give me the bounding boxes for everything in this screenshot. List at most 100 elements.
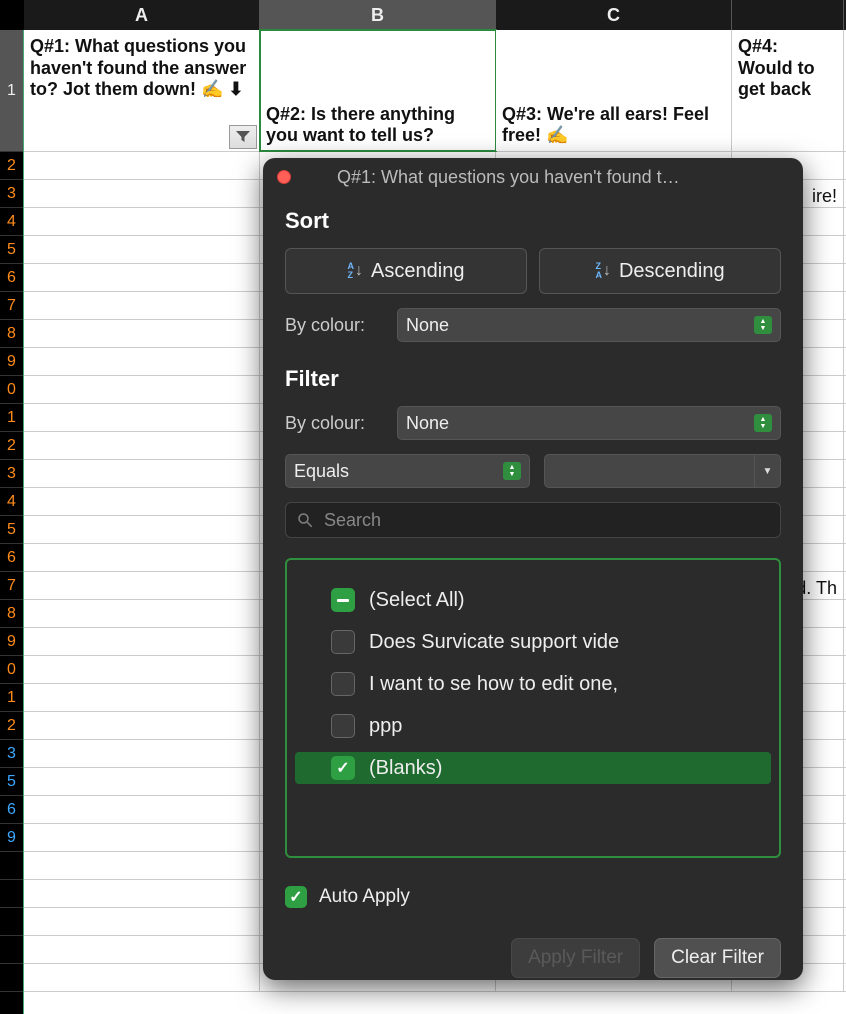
row-header[interactable]: 4 xyxy=(0,488,23,516)
row-header[interactable]: 3 xyxy=(0,460,23,488)
row-header-empty[interactable] xyxy=(0,964,23,992)
cell[interactable] xyxy=(24,656,260,683)
header-cell-c[interactable]: Q#3: We're all ears! Feel free! ✍️ xyxy=(496,30,732,151)
row-header[interactable]: 2 xyxy=(0,712,23,740)
cell[interactable] xyxy=(24,488,260,515)
filter-operand-combo[interactable]: ▼ xyxy=(544,454,781,488)
header-cell-row: Q#1: What questions you haven't found th… xyxy=(24,30,846,152)
search-icon xyxy=(296,511,314,529)
cell[interactable] xyxy=(24,964,260,991)
header-text: Q#3: We're all ears! Feel free! ✍️ xyxy=(502,104,725,147)
row-header[interactable]: 5 xyxy=(0,516,23,544)
stepper-icon: ▲▼ xyxy=(754,316,772,334)
row-header[interactable]: 3 xyxy=(0,740,23,768)
row-header[interactable]: 8 xyxy=(0,320,23,348)
row-header[interactable]: 6 xyxy=(0,544,23,572)
filter-item-select-all[interactable]: (Select All) xyxy=(295,584,771,616)
row-header[interactable]: 9 xyxy=(0,824,23,852)
row-header[interactable]: 5 xyxy=(0,236,23,264)
cell[interactable] xyxy=(24,460,260,487)
cell[interactable] xyxy=(24,936,260,963)
cell[interactable] xyxy=(24,432,260,459)
row-header[interactable]: 6 xyxy=(0,796,23,824)
row-header-empty[interactable] xyxy=(0,908,23,936)
cell[interactable] xyxy=(24,348,260,375)
filter-operator-value: Equals xyxy=(294,461,349,482)
column-header-c[interactable]: C xyxy=(496,0,732,30)
row-header[interactable]: 0 xyxy=(0,376,23,404)
row-header[interactable]: 5 xyxy=(0,768,23,796)
cell[interactable] xyxy=(24,404,260,431)
row-header[interactable]: 0 xyxy=(0,656,23,684)
header-cell-d[interactable]: Q#4: Would to get back xyxy=(732,30,844,151)
row-header-column: 1 2 3 4 5 6 7 8 9 0 1 2 3 4 5 6 7 8 9 0 … xyxy=(0,30,24,1014)
row-header[interactable]: 7 xyxy=(0,292,23,320)
header-cell-b[interactable]: Q#2: Is there anything you want to tell … xyxy=(260,30,496,151)
cell[interactable] xyxy=(24,292,260,319)
row-header-empty[interactable] xyxy=(0,936,23,964)
cell[interactable] xyxy=(24,852,260,879)
row-header-empty[interactable] xyxy=(0,852,23,880)
row-header[interactable]: 1 xyxy=(0,684,23,712)
sort-descending-button[interactable]: ZA↓ Descending xyxy=(539,248,781,294)
cell[interactable] xyxy=(24,908,260,935)
cell[interactable] xyxy=(24,516,260,543)
cell[interactable] xyxy=(24,236,260,263)
row-header[interactable]: 9 xyxy=(0,628,23,656)
cell[interactable] xyxy=(24,152,260,179)
cell[interactable] xyxy=(24,208,260,235)
cell[interactable] xyxy=(24,628,260,655)
auto-apply-label: Auto Apply xyxy=(319,886,410,908)
filter-by-colour-select[interactable]: None ▲▼ xyxy=(397,406,781,440)
cell[interactable] xyxy=(24,712,260,739)
cell[interactable] xyxy=(24,264,260,291)
row-header[interactable]: 9 xyxy=(0,348,23,376)
cell[interactable] xyxy=(24,572,260,599)
clear-filter-button[interactable]: Clear Filter xyxy=(654,938,781,978)
filter-item[interactable]: I want to se how to edit one, xyxy=(295,668,771,700)
header-cell-a[interactable]: Q#1: What questions you haven't found th… xyxy=(24,30,260,151)
row-header-empty[interactable] xyxy=(0,880,23,908)
row-header[interactable]: 4 xyxy=(0,208,23,236)
cell[interactable] xyxy=(24,544,260,571)
close-icon[interactable] xyxy=(277,170,291,184)
filter-item[interactable]: Does Survicate support vide xyxy=(295,626,771,658)
cell[interactable] xyxy=(24,376,260,403)
sort-by-colour-select[interactable]: None ▲▼ xyxy=(397,308,781,342)
filter-item[interactable]: ppp xyxy=(295,710,771,742)
column-header-b[interactable]: B xyxy=(260,0,496,30)
cell[interactable] xyxy=(24,600,260,627)
sort-ascending-button[interactable]: AZ↓ Ascending xyxy=(285,248,527,294)
row-header[interactable]: 3 xyxy=(0,180,23,208)
row-header[interactable]: 2 xyxy=(0,152,23,180)
row-header-1[interactable]: 1 xyxy=(0,30,23,152)
apply-filter-button[interactable]: Apply Filter xyxy=(511,938,640,978)
filter-item-label: (Select All) xyxy=(369,589,465,612)
row-header[interactable]: 7 xyxy=(0,572,23,600)
filter-operator-select[interactable]: Equals ▲▼ xyxy=(285,454,530,488)
filter-search-input[interactable] xyxy=(324,510,770,531)
sort-asc-label: Ascending xyxy=(371,260,464,283)
filter-search-box[interactable] xyxy=(285,502,781,538)
filter-item-label: (Blanks) xyxy=(369,757,442,780)
cell[interactable] xyxy=(24,740,260,767)
cell[interactable] xyxy=(24,824,260,851)
cell[interactable] xyxy=(24,796,260,823)
column-header-a[interactable]: A xyxy=(24,0,260,30)
cell[interactable] xyxy=(24,768,260,795)
auto-apply-row[interactable]: ✓ Auto Apply xyxy=(285,886,781,908)
filter-item-blanks[interactable]: ✓ (Blanks) xyxy=(295,752,771,784)
column-header-d[interactable] xyxy=(732,0,844,30)
column-header-row: A B C xyxy=(0,0,846,30)
corner-cell xyxy=(0,0,24,30)
row-header[interactable]: 8 xyxy=(0,600,23,628)
cell[interactable] xyxy=(24,180,260,207)
row-header[interactable]: 1 xyxy=(0,404,23,432)
cell[interactable] xyxy=(24,684,260,711)
row-header[interactable]: 6 xyxy=(0,264,23,292)
cell[interactable] xyxy=(24,320,260,347)
cell[interactable] xyxy=(24,880,260,907)
autofilter-button[interactable] xyxy=(229,125,257,149)
checkbox-icon xyxy=(331,630,355,654)
row-header[interactable]: 2 xyxy=(0,432,23,460)
